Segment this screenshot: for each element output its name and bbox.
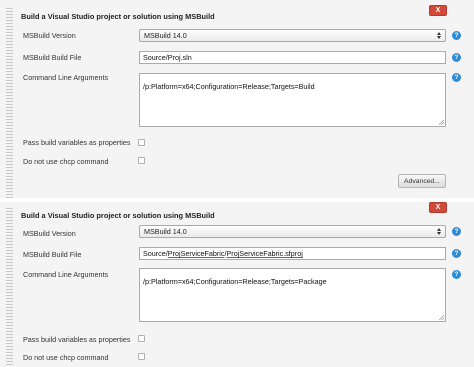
no-chcp-label: Do not use chcp command xyxy=(23,353,109,362)
help-icon[interactable]: ? xyxy=(452,73,461,82)
drag-handle[interactable] xyxy=(6,208,13,367)
section-title: Build a Visual Studio project or solutio… xyxy=(21,12,215,21)
msbuild-version-select[interactable]: MSBuild 14.0 xyxy=(139,29,446,42)
section-title: Build a Visual Studio project or solutio… xyxy=(21,211,215,220)
advanced-button[interactable]: Advanced... xyxy=(398,174,446,188)
build-file-value-part: ProjServiceFabric xyxy=(167,249,225,258)
help-icon[interactable]: ? xyxy=(452,31,461,40)
build-file-label: MSBuild Build File xyxy=(23,53,82,62)
delete-step-button[interactable]: X xyxy=(429,202,447,213)
msbuild-version-value: MSBuild 14.0 xyxy=(144,31,187,40)
no-chcp-checkbox[interactable] xyxy=(138,353,145,360)
help-icon[interactable]: ? xyxy=(452,270,461,279)
cmd-args-textarea[interactable]: /p:Platform=x64;Configuration=Release;Ta… xyxy=(139,268,446,322)
help-icon[interactable]: ? xyxy=(452,53,461,62)
select-arrows-icon xyxy=(436,227,442,236)
no-chcp-checkbox[interactable] xyxy=(138,157,145,164)
msbuild-version-label: MSBuild Version xyxy=(23,31,76,40)
cmd-args-value: /p:Platform=x64;Configuration=Release;Ta… xyxy=(143,277,327,286)
msbuild-version-label: MSBuild Version xyxy=(23,229,76,238)
build-file-value-part: ProjServiceFabric.sfproj xyxy=(226,249,303,258)
resize-grip-icon[interactable] xyxy=(439,315,444,320)
resize-grip-icon[interactable] xyxy=(439,120,444,125)
select-arrows-icon xyxy=(436,31,442,40)
build-file-input[interactable]: Source/ProjServiceFabric/ProjServiceFabr… xyxy=(139,247,446,260)
build-file-label: MSBuild Build File xyxy=(23,250,82,259)
build-step-msbuild-1: Build a Visual Studio project or solutio… xyxy=(0,0,474,198)
help-icon[interactable]: ? xyxy=(452,227,461,236)
help-icon[interactable]: ? xyxy=(452,249,461,258)
pass-vars-label: Pass build variables as properties xyxy=(23,335,131,344)
pass-vars-checkbox[interactable] xyxy=(138,139,145,146)
cmd-args-label: Command Line Arguments xyxy=(23,73,109,82)
pass-vars-checkbox[interactable] xyxy=(138,335,145,342)
msbuild-version-select[interactable]: MSBuild 14.0 xyxy=(139,225,446,238)
pass-vars-label: Pass build variables as properties xyxy=(23,138,131,147)
build-step-msbuild-2: Build a Visual Studio project or solutio… xyxy=(0,202,474,367)
cmd-args-textarea[interactable]: /p:Platform=x64;Configuration=Release;Ta… xyxy=(139,73,446,127)
delete-step-button[interactable]: X xyxy=(429,5,447,16)
msbuild-version-value: MSBuild 14.0 xyxy=(144,227,187,236)
drag-handle[interactable] xyxy=(6,8,13,198)
build-file-input[interactable]: Source/Proj.sln xyxy=(139,51,446,64)
no-chcp-label: Do not use chcp command xyxy=(23,157,109,166)
cmd-args-value: /p:Platform=x64;Configuration=Release;Ta… xyxy=(143,82,315,91)
build-file-value-prefix: Source/ xyxy=(143,249,168,258)
cmd-args-label: Command Line Arguments xyxy=(23,270,109,279)
